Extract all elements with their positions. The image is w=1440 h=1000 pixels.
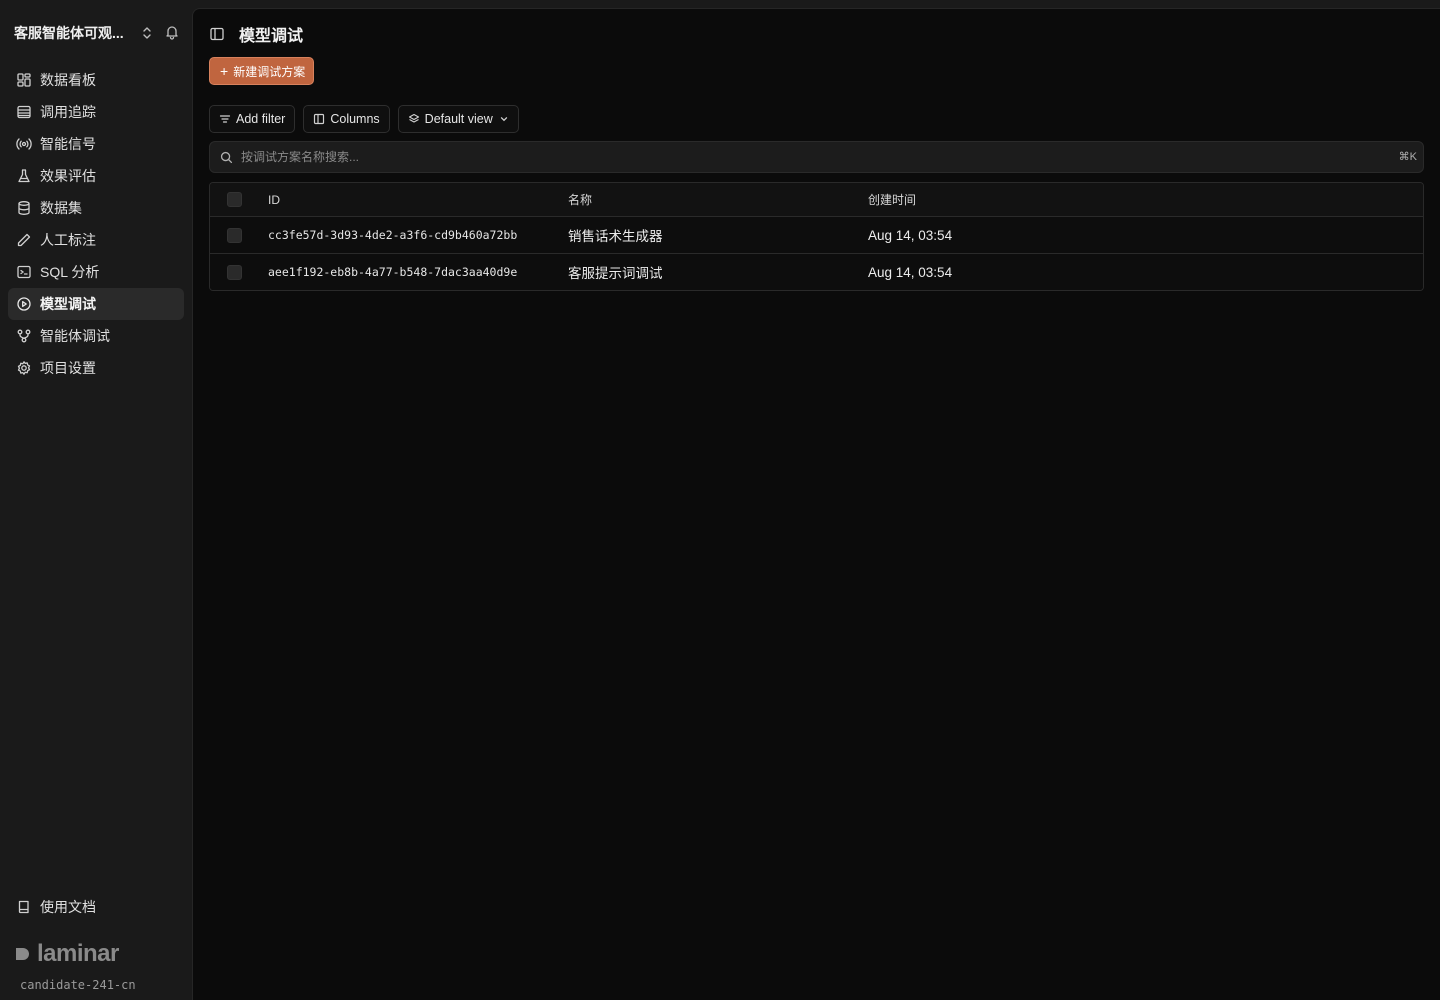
sidebar-item-label: 数据看板: [40, 72, 96, 88]
project-switcher[interactable]: 客服智能体可观...: [14, 22, 184, 44]
dashboard-icon: [17, 73, 31, 87]
sidebar-item-label: SQL 分析: [40, 264, 100, 280]
laminar-logo-icon: [16, 948, 29, 960]
filter-icon: [219, 115, 231, 123]
row-created: Aug 14, 03:54: [868, 227, 953, 243]
view-select-button[interactable]: Default view: [397, 105, 519, 133]
sidebar-item-agent-debug[interactable]: 智能体调试: [8, 320, 184, 352]
row-created: Aug 14, 03:54: [868, 264, 953, 280]
select-all-cell: [210, 192, 268, 207]
chevron-down-icon: [500, 117, 507, 122]
app-root: 客服智能体可观... 数据看板 调用追踪 智能信号 效果评估 数据集 人工标注 …: [0, 0, 1440, 1000]
sidebar-item-playground[interactable]: 模型调试: [8, 288, 184, 320]
sidebar: 客服智能体可观... 数据看板 调用追踪 智能信号 效果评估 数据集 人工标注 …: [0, 0, 192, 1000]
sidebar-item-label: 智能体调试: [40, 328, 110, 344]
column-header-name[interactable]: 名称: [568, 191, 868, 208]
row-checkbox[interactable]: [227, 264, 242, 280]
row-checkbox[interactable]: [227, 227, 242, 243]
terminal-icon: [17, 265, 31, 279]
database-icon: [18, 201, 30, 215]
signal-icon: [16, 138, 32, 150]
pencil-icon: [17, 233, 31, 247]
search-input[interactable]: [241, 150, 1423, 164]
row-select-cell: [210, 227, 268, 243]
sidebar-nav: 数据看板 调用追踪 智能信号 效果评估 数据集 人工标注 SQL 分析 模型调试…: [8, 64, 184, 384]
new-playground-button[interactable]: + 新建调试方案: [209, 57, 315, 85]
brand-logo: laminar: [15, 940, 119, 968]
sidebar-item-label: 人工标注: [40, 232, 96, 248]
columns-icon: [314, 113, 325, 125]
new-playground-label: 新建调试方案: [233, 64, 306, 79]
brand-name: laminar: [37, 940, 119, 967]
table-header-row: ID 名称 创建时间: [210, 183, 1423, 216]
row-id: aee1f192-eb8b-4a77-b548-7dac3aa40d9e: [268, 265, 518, 279]
sidebar-item-traces[interactable]: 调用追踪: [8, 96, 184, 128]
table-row[interactable]: cc3fe57d-3d93-4de2-a3f6-cd9b460a72bb 销售话…: [210, 216, 1423, 253]
workflow-icon: [17, 329, 31, 343]
sidebar-item-label: 智能信号: [40, 136, 96, 152]
search-bar: ⌘K: [209, 141, 1424, 173]
bell-icon[interactable]: [164, 24, 180, 40]
layers-icon: [408, 113, 419, 123]
row-name: 客服提示词调试: [568, 266, 663, 281]
list-icon: [17, 105, 31, 119]
column-header-id[interactable]: ID: [268, 193, 568, 207]
columns-button[interactable]: Columns: [303, 105, 390, 133]
columns-label: Columns: [330, 112, 380, 126]
row-name: 销售话术生成器: [568, 229, 663, 244]
sidebar-item-evaluations[interactable]: 效果评估: [8, 160, 184, 192]
table-toolbar: Add filter Columns Default view: [209, 105, 519, 133]
row-id: cc3fe57d-3d93-4de2-a3f6-cd9b460a72bb: [268, 228, 518, 242]
sidebar-item-label: 数据集: [40, 200, 82, 216]
play-circle-icon: [17, 297, 31, 311]
sidebar-item-signals[interactable]: 智能信号: [8, 128, 184, 160]
row-select-cell: [210, 264, 268, 280]
page-title: 模型调试: [239, 28, 304, 45]
add-filter-label: Add filter: [236, 112, 286, 126]
main-panel: 模型调试 + 新建调试方案 Add filter Columns Default…: [192, 8, 1440, 1000]
docs-link[interactable]: 使用文档: [8, 891, 184, 923]
sidebar-item-labeling[interactable]: 人工标注: [8, 224, 184, 256]
sidebar-item-label: 调用追踪: [40, 104, 96, 120]
sidebar-item-sql[interactable]: SQL 分析: [8, 256, 184, 288]
table-row[interactable]: aee1f192-eb8b-4a77-b548-7dac3aa40d9e 客服提…: [210, 253, 1423, 290]
docs-label: 使用文档: [40, 899, 96, 915]
sidebar-item-label: 项目设置: [40, 360, 96, 376]
plus-icon: +: [220, 63, 229, 79]
sidebar-toggle-icon[interactable]: [209, 26, 225, 42]
search-shortcut: ⌘K: [1398, 151, 1417, 163]
view-select-label: Default view: [424, 112, 493, 126]
chevrons-up-down-icon[interactable]: [139, 25, 155, 41]
column-header-created[interactable]: 创建时间: [868, 191, 1423, 208]
page-header: 模型调试: [209, 24, 304, 45]
sidebar-item-settings[interactable]: 项目设置: [8, 352, 184, 384]
sidebar-item-label: 模型调试: [40, 296, 96, 312]
playgrounds-table: ID 名称 创建时间 cc3fe57d-3d93-4de2-a3f6-cd9b4…: [209, 182, 1424, 291]
sidebar-item-datasets[interactable]: 数据集: [8, 192, 184, 224]
search-icon: [220, 151, 233, 163]
select-all-checkbox[interactable]: [227, 192, 242, 207]
sidebar-item-label: 效果评估: [40, 168, 96, 184]
add-filter-button[interactable]: Add filter: [209, 105, 296, 133]
book-icon: [18, 900, 29, 914]
sidebar-item-dashboard[interactable]: 数据看板: [8, 64, 184, 96]
project-name: 客服智能体可观...: [14, 25, 124, 41]
workspace-user: candidate-241-cn: [20, 978, 136, 992]
flask-icon: [18, 169, 30, 183]
gear-icon: [17, 361, 31, 375]
